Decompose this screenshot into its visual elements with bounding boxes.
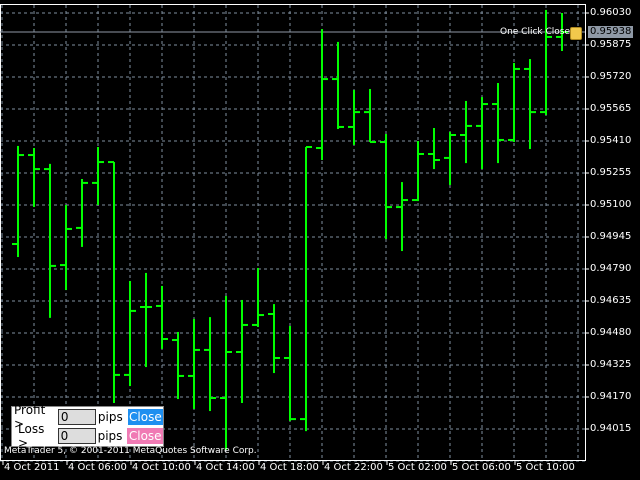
copyright-text: MetaTrader 5, © 2001-2011 MetaQuotes Sof… [4, 446, 257, 456]
profit-pips-unit: pips [97, 410, 123, 424]
price-axis-label: 0.95565 [590, 103, 632, 114]
price-axis-label: 0.95875 [590, 39, 632, 50]
ohlc-bar [428, 127, 440, 170]
loss-pips-unit: pips [97, 429, 123, 443]
ohlc-bar [108, 161, 120, 403]
price-axis-label: 0.94945 [590, 231, 632, 242]
close-profit-button[interactable]: Close [127, 409, 163, 425]
ohlc-bar [412, 141, 424, 202]
ohlc-bar [140, 272, 152, 368]
time-axis-label: 4 Oct 22:00 [324, 462, 383, 473]
profit-pips-input[interactable] [57, 409, 96, 425]
time-axis-label: 4 Oct 10:00 [132, 462, 191, 473]
ohlc-bar [492, 82, 504, 164]
ohlc-bar [316, 29, 328, 160]
price-axis-label: 0.96030 [590, 7, 632, 18]
price-axis-label: 0.94170 [590, 391, 632, 402]
ohlc-bar [252, 267, 264, 328]
ohlc-bar [28, 148, 40, 208]
ohlc-bar [300, 145, 312, 432]
ohlc-bar [476, 97, 488, 170]
one-click-close-panel: Profit > pips Close Loss > pips Close [11, 403, 164, 450]
ohlc-bar [444, 131, 456, 185]
ohlc-bar [124, 280, 136, 387]
ohlc-bar [364, 88, 376, 144]
time-axis-label: 4 Oct 14:00 [196, 462, 255, 473]
price-axis-label: 0.95255 [590, 167, 632, 178]
ohlc-bar [348, 90, 360, 145]
price-axis-label: 0.94325 [590, 359, 632, 370]
ohlc-bar [172, 331, 184, 400]
ohlc-bar [220, 296, 232, 451]
ohlc-bar [508, 62, 520, 143]
ohlc-bar [332, 41, 344, 130]
close-loss-button[interactable]: Close [127, 428, 163, 444]
time-axis-label: 4 Oct 06:00 [68, 462, 127, 473]
ohlc-bar [284, 325, 296, 421]
ohlc-bar [540, 9, 552, 115]
ohlc-bar [268, 304, 280, 374]
ohlc-bar [60, 205, 72, 291]
current-price-label: 0.95938 [588, 26, 634, 38]
ohlc-bar [12, 145, 24, 258]
ohlc-bar [236, 299, 248, 403]
time-axis-label: 4 Oct 18:00 [260, 462, 319, 473]
one-click-close-label[interactable]: One Click Close [500, 27, 570, 37]
ohlc-bar [156, 285, 168, 349]
price-axis-label: 0.95100 [590, 199, 632, 210]
ohlc-bar [460, 100, 472, 164]
price-axis-label: 0.94635 [590, 295, 632, 306]
time-axis-label: 5 Oct 02:00 [388, 462, 447, 473]
scroll-icon[interactable] [570, 27, 582, 40]
loss-pips-input[interactable] [57, 428, 96, 444]
ohlc-bar [380, 133, 392, 240]
price-axis-label: 0.95410 [590, 135, 632, 146]
loss-row: Loss > pips Close [14, 422, 163, 450]
price-axis-label: 0.94015 [590, 423, 632, 434]
time-axis-label: 5 Oct 10:00 [516, 462, 575, 473]
time-axis-label: 4 Oct 2011 [4, 462, 60, 473]
price-axis-label: 0.94480 [590, 327, 632, 338]
ohlc-bar [524, 59, 536, 150]
ohlc-bar [44, 163, 56, 318]
price-axis-label: 0.95720 [590, 71, 632, 82]
ohlc-bar [188, 318, 200, 409]
ohlc-bar [396, 182, 408, 252]
ohlc-bar [92, 146, 104, 205]
time-axis-label: 5 Oct 06:00 [452, 462, 511, 473]
price-axis-label: 0.94790 [590, 263, 632, 274]
